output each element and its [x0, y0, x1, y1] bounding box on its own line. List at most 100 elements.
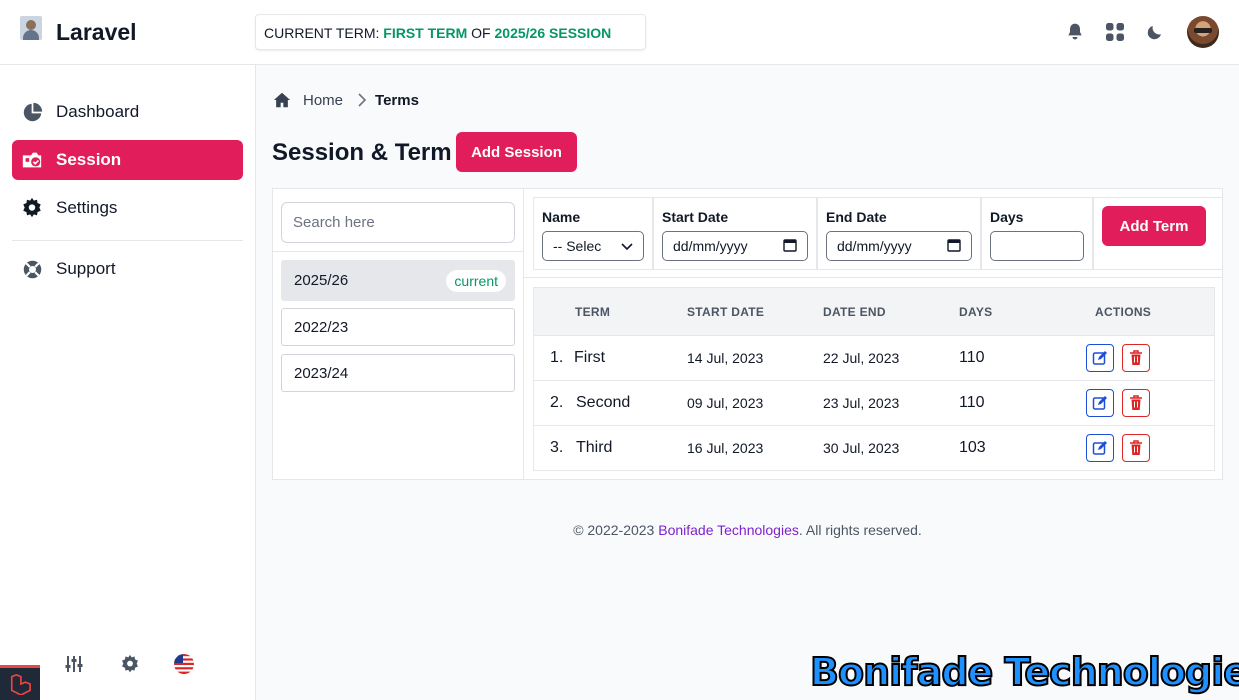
row-start-date: 09 Jul, 2023	[687, 395, 764, 411]
end-date-label: End Date	[826, 209, 887, 225]
footer-suffix: . All rights reserved.	[798, 522, 922, 538]
table-row: 1. First 14 Jul, 2023 22 Jul, 2023 110	[534, 336, 1214, 381]
sidebar: Dashboard Session Settings Support	[0, 65, 256, 700]
header-start-date: START DATE	[687, 305, 765, 319]
days-label: Days	[990, 209, 1024, 225]
apps-grid-icon[interactable]	[1103, 20, 1127, 44]
divider	[273, 251, 523, 252]
row-number: 3.	[550, 439, 564, 456]
breadcrumb: Home Terms	[273, 91, 419, 109]
chevron-down-icon	[621, 238, 633, 254]
current-term-banner: CURRENT TERM: FIRST TERM OF 2025/26 SESS…	[255, 14, 646, 50]
trash-icon[interactable]	[1122, 434, 1150, 462]
session-name: 2023/24	[294, 364, 349, 382]
row-days: 110	[959, 349, 985, 366]
header-date-end: DATE END	[823, 305, 886, 319]
session-item-2022-23[interactable]: 2022/23	[281, 308, 515, 346]
row-term: Second	[576, 394, 631, 411]
term-name-label: Name	[542, 209, 581, 225]
term-banner-prefix: CURRENT TERM:	[264, 25, 384, 41]
breadcrumb-home[interactable]: Home	[303, 92, 343, 109]
moon-icon[interactable]	[1143, 20, 1167, 44]
sidebar-divider	[12, 240, 243, 241]
gear-icon	[21, 197, 43, 219]
term-name-field: Name -- Selec	[533, 197, 653, 270]
term-banner-session: 2025/26 SESSION	[494, 25, 612, 41]
term-banner-middle: OF	[467, 25, 495, 41]
sidebar-item-dashboard[interactable]: Dashboard	[12, 92, 243, 132]
session-item-2023-24[interactable]: 2023/24	[281, 354, 515, 392]
top-bar: Laravel CURRENT TERM: FIRST TERM OF 2025…	[0, 0, 1239, 65]
footer-company-link[interactable]: Bonifade Technologies	[658, 522, 799, 538]
start-date-placeholder: dd/mm/yyyy	[673, 238, 748, 254]
end-date-field: End Date dd/mm/yyyy	[817, 197, 981, 270]
calendar-icon[interactable]	[947, 238, 961, 255]
lifebuoy-icon	[21, 258, 43, 280]
row-days: 103	[959, 439, 986, 456]
home-icon[interactable]	[273, 91, 291, 109]
table-header: TERM START DATE DATE END DAYS ACTIONS	[534, 288, 1214, 336]
session-term-panel: 2025/26 current 2022/23 2023/24 Name -- …	[272, 188, 1223, 480]
user-avatar[interactable]	[1187, 16, 1219, 48]
sliders-icon[interactable]	[63, 653, 85, 675]
sidebar-item-label: Support	[56, 259, 116, 278]
trash-icon[interactable]	[1122, 344, 1150, 372]
session-name: 2025/26	[294, 272, 349, 289]
sidebar-item-support[interactable]: Support	[12, 249, 243, 289]
start-date-label: Start Date	[662, 209, 729, 225]
settings-gear-icon[interactable]	[119, 653, 141, 675]
term-banner-term: FIRST TERM	[383, 25, 468, 41]
chevron-right-icon	[357, 93, 367, 107]
pie-chart-icon	[21, 101, 43, 123]
sidebar-item-session[interactable]: Session	[12, 140, 243, 180]
add-term-button[interactable]: Add Term	[1102, 206, 1206, 246]
row-end-date: 23 Jul, 2023	[823, 395, 900, 411]
trash-icon[interactable]	[1122, 389, 1150, 417]
brand-name[interactable]: Laravel	[56, 19, 137, 46]
row-start-date: 16 Jul, 2023	[687, 440, 764, 456]
breadcrumb-current: Terms	[375, 91, 419, 109]
row-term: Third	[576, 439, 613, 456]
end-date-placeholder: dd/mm/yyyy	[837, 238, 912, 254]
row-end-date: 30 Jul, 2023	[823, 440, 900, 456]
bell-icon[interactable]	[1063, 20, 1087, 44]
days-field: Days	[981, 197, 1093, 270]
end-date-input[interactable]: dd/mm/yyyy	[826, 231, 972, 261]
header-days: DAYS	[959, 305, 993, 319]
brand-logo[interactable]	[20, 16, 42, 40]
session-name: 2022/23	[294, 318, 349, 336]
us-flag-icon[interactable]	[173, 653, 195, 675]
edit-icon[interactable]	[1086, 434, 1114, 462]
row-number: 2.	[550, 394, 564, 411]
days-input[interactable]	[990, 231, 1084, 261]
session-icon	[21, 149, 43, 171]
terms-table: TERM START DATE DATE END DAYS ACTIONS 1.…	[533, 287, 1215, 471]
edit-icon[interactable]	[1086, 389, 1114, 417]
table-row: 2. Second 09 Jul, 2023 23 Jul, 2023 110	[534, 381, 1214, 426]
edit-icon[interactable]	[1086, 344, 1114, 372]
start-date-input[interactable]: dd/mm/yyyy	[662, 231, 808, 261]
row-term: First	[574, 349, 606, 366]
laravel-logo-icon	[0, 665, 40, 700]
add-term-form: Name -- Selec Start Date dd/mm/yyyy End …	[524, 189, 1223, 278]
session-item-2025-26[interactable]: 2025/26 current	[281, 260, 515, 301]
row-days: 110	[959, 394, 985, 411]
header-term: TERM	[575, 305, 611, 319]
sidebar-item-label: Session	[56, 150, 122, 169]
row-end-date: 22 Jul, 2023	[823, 350, 900, 366]
add-session-button[interactable]: Add Session	[456, 132, 577, 172]
watermark: Bonifade Technologies	[809, 649, 1239, 695]
search-input[interactable]	[281, 202, 515, 243]
page-title: Session & Term	[272, 139, 452, 166]
footer-prefix: © 2022-2023	[573, 522, 659, 538]
term-name-select-value: -- Selec	[553, 238, 602, 254]
sidebar-item-label: Dashboard	[56, 102, 140, 121]
current-badge: current	[446, 269, 506, 292]
calendar-icon[interactable]	[783, 238, 797, 255]
row-start-date: 14 Jul, 2023	[687, 350, 764, 366]
footer: © 2022-2023 Bonifade Technologies. All r…	[256, 522, 1239, 538]
row-number: 1.	[550, 349, 564, 366]
term-name-select[interactable]: -- Selec	[542, 231, 644, 261]
sidebar-item-settings[interactable]: Settings	[12, 188, 243, 228]
table-row: 3. Third 16 Jul, 2023 30 Jul, 2023 103	[534, 426, 1214, 470]
